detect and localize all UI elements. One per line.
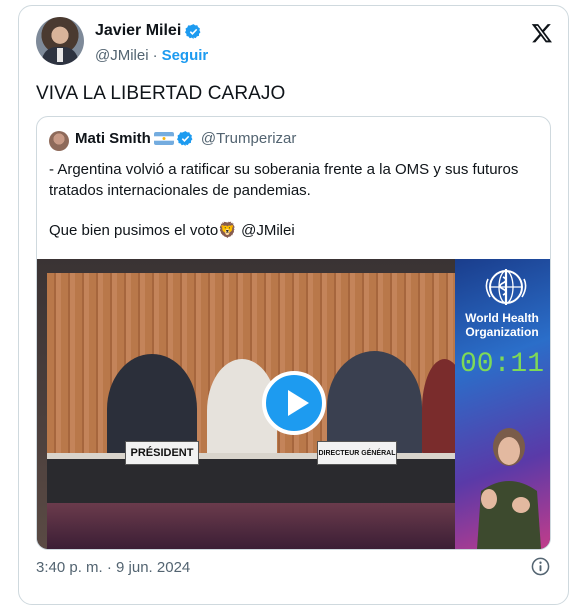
quoted-text: - Argentina volvió a ratificar su sobera… (49, 159, 539, 241)
quoted-text-vote: Que bien pusimos el voto (49, 222, 219, 239)
play-button[interactable] (262, 371, 326, 435)
who-name-line1: World Health (465, 311, 539, 325)
quoted-tweet[interactable]: Mati Smith @Trumperizar - Argentina volv… (36, 116, 551, 550)
author-avatar[interactable] (36, 17, 84, 65)
author-name[interactable]: Javier Milei (95, 22, 181, 40)
who-emblem-icon (485, 269, 527, 305)
who-name: World Health Organization (457, 311, 547, 339)
tweet-card: Javier Milei @JMilei · Seguir VIVA LA LI… (18, 5, 569, 605)
quoted-text-line2: Que bien pusimos el voto🦁 @JMilei (49, 220, 539, 241)
verified-badge-icon (185, 23, 201, 39)
follow-button[interactable]: Seguir (162, 47, 209, 64)
tweet-timestamp[interactable]: 3:40 p. m. · 9 jun. 2024 (36, 559, 190, 576)
who-name-line2: Organization (465, 325, 539, 339)
tweet-text: VIVA LA LIBERTAD CARAJO (36, 83, 286, 104)
quoted-author-handle[interactable]: @Trumperizar (201, 130, 297, 147)
info-icon[interactable] (531, 557, 550, 576)
video-frame: PRÉSIDENT DIRECTEUR GÉNÉRAL (37, 259, 470, 549)
verified-badge-icon (176, 131, 193, 146)
sign-language-interpreter (477, 428, 541, 549)
quoted-author-avatar[interactable] (49, 131, 69, 151)
mention-link[interactable]: @JMilei (241, 222, 295, 239)
plaque-president: PRÉSIDENT (125, 441, 199, 465)
author-name-row: Javier Milei (95, 22, 202, 40)
separator: · (152, 47, 158, 64)
author-handle-row: @JMilei · Seguir (95, 47, 208, 64)
author-handle[interactable]: @JMilei (95, 47, 149, 64)
x-logo-icon[interactable] (531, 22, 553, 44)
quoted-author-name[interactable]: Mati Smith (75, 130, 151, 147)
argentina-flag-icon (153, 132, 174, 145)
desk (47, 459, 467, 503)
plaque-director: DIRECTEUR GÉNÉRAL (317, 441, 397, 465)
lion-emoji: 🦁 (218, 222, 237, 239)
video-timer: 00:11 (459, 349, 544, 380)
quoted-text-line1: - Argentina volvió a ratificar su sobera… (49, 161, 519, 199)
quoted-author-row: Mati Smith @Trumperizar (75, 130, 296, 147)
video-player[interactable]: PRÉSIDENT DIRECTEUR GÉNÉRAL World Health… (37, 259, 550, 549)
stage-floor (47, 503, 467, 549)
